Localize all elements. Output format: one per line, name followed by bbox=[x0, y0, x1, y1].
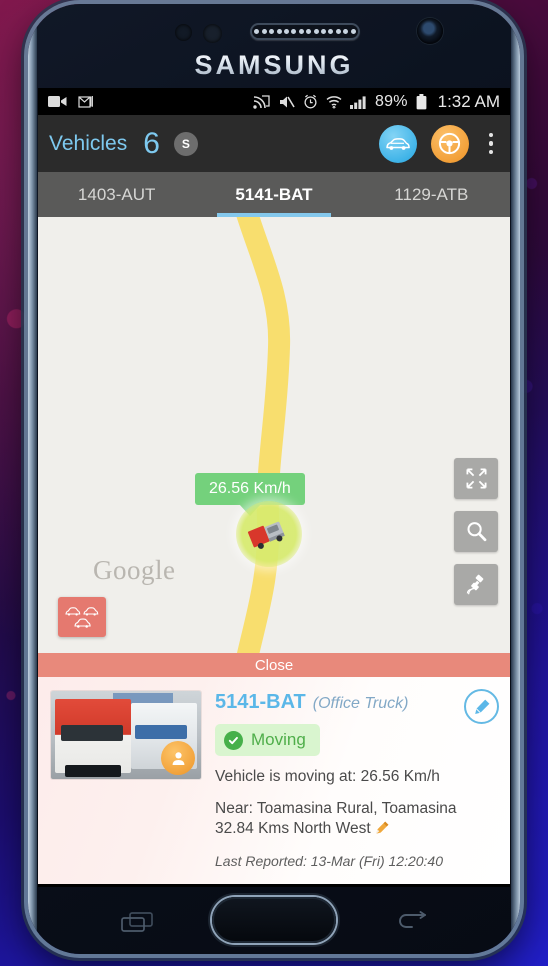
recents-icon bbox=[121, 912, 153, 932]
multiple-cars-icon bbox=[65, 607, 99, 628]
page-title: Vehicles bbox=[49, 131, 128, 155]
mute-icon bbox=[280, 96, 295, 107]
phone-bottom-bezel bbox=[28, 887, 520, 954]
close-button[interactable]: Close bbox=[38, 653, 510, 677]
map-view[interactable]: Google 26.56 Km/h bbox=[38, 217, 510, 653]
phone-right-edge bbox=[511, 4, 520, 954]
phone-left-edge bbox=[28, 4, 37, 954]
google-watermark: Google bbox=[93, 555, 176, 585]
app-bar: Vehicles 6 S bbox=[38, 115, 510, 172]
location-info: Near: Toamasina Rural, Toamasina 32.84 K… bbox=[215, 799, 457, 838]
proximity-sensor-icon bbox=[175, 24, 192, 41]
fullscreen-icon bbox=[466, 468, 486, 489]
samsung-brand-logo: SAMSUNG bbox=[28, 50, 520, 81]
back-icon bbox=[399, 911, 426, 928]
vehicle-type: (Office Truck) bbox=[312, 695, 409, 712]
red-truck-shape bbox=[55, 699, 131, 777]
vehicle-details: 5141-BAT (Office Truck) Moving Vehicle i… bbox=[215, 689, 499, 884]
home-button[interactable] bbox=[212, 897, 336, 943]
status-bar: 89% 1:32 AM bbox=[38, 88, 510, 115]
vehicle-marker[interactable] bbox=[236, 501, 302, 567]
drivers-filter-button[interactable] bbox=[430, 124, 469, 163]
location-info-row: Near: Toamasina Rural, Toamasina 32.84 K… bbox=[215, 799, 497, 842]
phone-device: SAMSUNG 89% 1:32 AM Vehicles 6 S 1403-AU… bbox=[28, 4, 520, 954]
status-bar-right-icons: 89% 1:32 AM bbox=[253, 92, 500, 112]
back-button[interactable] bbox=[396, 911, 428, 938]
search-icon bbox=[467, 522, 486, 542]
fullscreen-button[interactable] bbox=[454, 458, 498, 499]
vehicles-filter-button[interactable] bbox=[378, 124, 417, 163]
status-text: Moving bbox=[251, 730, 306, 749]
pencil-icon bbox=[474, 699, 489, 714]
check-circle-icon bbox=[224, 730, 243, 750]
vehicle-tab-bar: 1403-AUT 5141-BAT 1129-ATB bbox=[38, 172, 510, 217]
vehicle-title-row: 5141-BAT (Office Truck) bbox=[215, 691, 497, 714]
car-icon bbox=[386, 137, 410, 150]
steering-wheel-icon bbox=[438, 132, 461, 155]
vehicle-photo[interactable] bbox=[51, 691, 201, 779]
driver-avatar[interactable] bbox=[161, 741, 195, 775]
video-camera-icon bbox=[48, 96, 67, 107]
app-bar-actions bbox=[378, 124, 500, 163]
phone-screen: 89% 1:32 AM Vehicles 6 S 1403-AUT 5141-B… bbox=[38, 88, 510, 887]
signal-icon bbox=[350, 95, 366, 109]
person-icon bbox=[172, 751, 184, 765]
speed-info: Vehicle is moving at: 26.56 Km/h bbox=[215, 768, 440, 785]
edit-vehicle-button[interactable] bbox=[464, 689, 499, 724]
vehicle-id: 5141-BAT bbox=[215, 691, 306, 713]
overflow-menu-icon[interactable] bbox=[483, 129, 500, 159]
cast-icon bbox=[253, 94, 270, 109]
status-badge: S bbox=[173, 131, 198, 156]
satellite-icon bbox=[466, 574, 484, 594]
front-camera-icon bbox=[417, 18, 443, 44]
alarm-icon bbox=[304, 94, 317, 109]
tab-1403-AUT[interactable]: 1403-AUT bbox=[38, 172, 195, 217]
speed-label: 26.56 Km/h bbox=[195, 473, 305, 505]
satellite-button[interactable] bbox=[454, 564, 498, 605]
tab-5141-BAT[interactable]: 5141-BAT bbox=[195, 172, 352, 217]
phone-top-bezel: SAMSUNG bbox=[28, 4, 520, 88]
status-pill: Moving bbox=[215, 724, 320, 756]
vehicle-count: 6 bbox=[143, 126, 160, 160]
pencil-emoji-icon bbox=[375, 820, 390, 842]
battery-icon bbox=[416, 93, 427, 109]
tab-1129-ATB[interactable]: 1129-ATB bbox=[353, 172, 510, 217]
map-search-button[interactable] bbox=[454, 511, 498, 552]
wifi-icon bbox=[326, 95, 342, 109]
earpiece-speaker-icon bbox=[250, 23, 360, 40]
vehicle-info-panel: 5141-BAT (Office Truck) Moving Vehicle i… bbox=[38, 677, 510, 884]
last-reported: Last Reported: 13-Mar (Fri) 12:20:40 bbox=[215, 852, 443, 869]
battery-percentage: 89% bbox=[375, 92, 408, 110]
status-bar-left-icons bbox=[48, 94, 94, 109]
map-controls bbox=[454, 458, 498, 605]
recents-button[interactable] bbox=[120, 911, 154, 938]
status-bar-clock: 1:32 AM bbox=[437, 91, 500, 111]
light-sensor-icon bbox=[203, 24, 222, 43]
gmail-icon bbox=[78, 96, 93, 108]
truck-marker-icon bbox=[247, 521, 285, 549]
road-path bbox=[236, 217, 291, 653]
nearby-vehicles-button[interactable] bbox=[58, 597, 106, 637]
